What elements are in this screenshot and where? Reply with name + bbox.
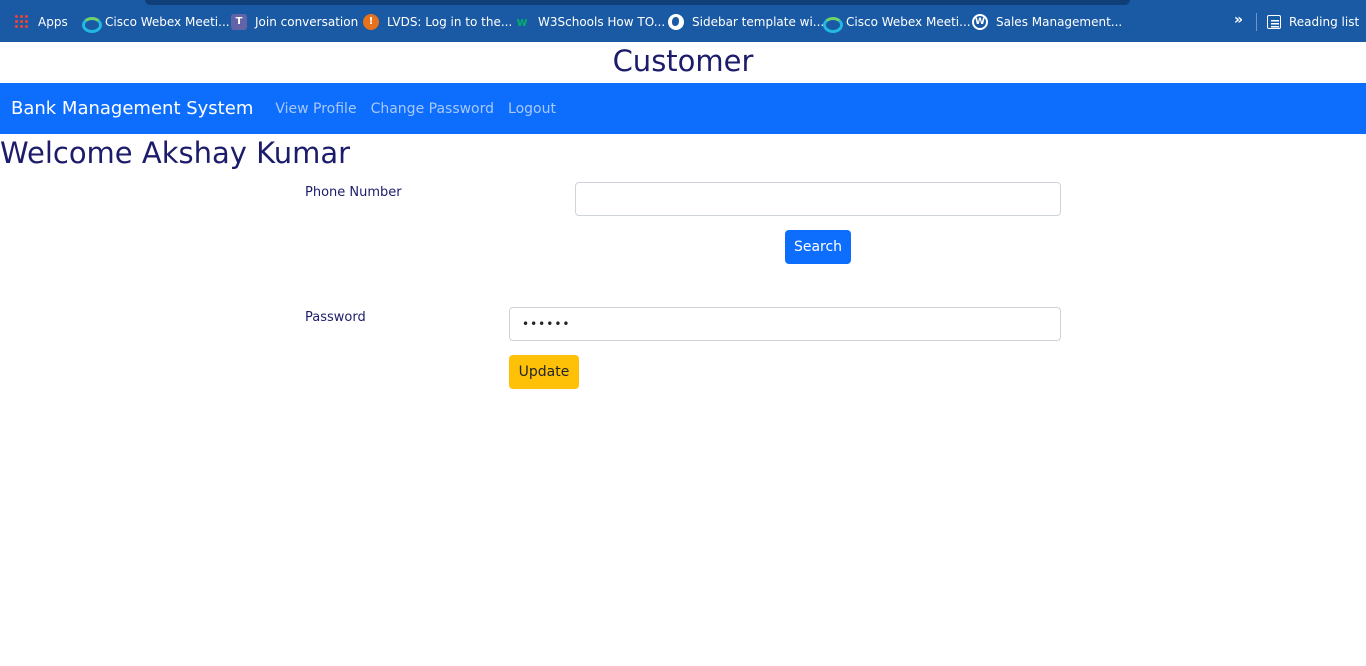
- tab-strip-edge: [145, 0, 1130, 5]
- teams-icon: T: [231, 14, 247, 30]
- bookmark-webex-2[interactable]: Cisco Webex Meeti...: [822, 12, 971, 33]
- bookmark-label: W3Schools How TO...: [538, 15, 666, 29]
- welcome-heading: Welcome Akshay Kumar: [0, 136, 351, 170]
- bookmark-w3schools[interactable]: w W3Schools How TO...: [514, 12, 665, 32]
- bookmark-label: LVDS: Log in to the...: [387, 15, 513, 29]
- bookmark-apps[interactable]: Apps: [14, 12, 68, 32]
- bookmark-webex-1[interactable]: Cisco Webex Meeti...: [81, 12, 230, 33]
- nav-link-change-password[interactable]: Change Password: [371, 101, 494, 117]
- bookmark-label: Sales Management...: [996, 15, 1123, 29]
- reading-list-label: Reading list: [1289, 15, 1360, 29]
- phone-number-input[interactable]: [575, 182, 1061, 216]
- bookmark-join-conversation[interactable]: T Join conversation: [231, 12, 358, 32]
- bookmark-sidebar-template[interactable]: Sidebar template wi...: [668, 12, 824, 32]
- update-button[interactable]: Update: [509, 355, 579, 389]
- webex-icon: [81, 14, 102, 33]
- bookmark-label: Join conversation: [255, 15, 359, 29]
- search-button[interactable]: Search: [785, 230, 851, 264]
- reading-list-button[interactable]: Reading list: [1267, 12, 1359, 32]
- wordpress-icon: W: [972, 14, 988, 30]
- password-label: Password: [305, 310, 366, 325]
- bookmark-label: Sidebar template wi...: [692, 15, 825, 29]
- nav-link-view-profile[interactable]: View Profile: [275, 101, 356, 117]
- globe-icon: [668, 14, 684, 30]
- bookmark-label: Cisco Webex Meeti...: [846, 15, 971, 29]
- bookmarks-divider: [1256, 13, 1257, 31]
- bookmark-label: Apps: [38, 15, 68, 29]
- bookmarks-bar: Apps Cisco Webex Meeti... T Join convers…: [0, 0, 1366, 42]
- webex-icon: [822, 14, 843, 33]
- password-input[interactable]: ••••••: [509, 307, 1061, 341]
- nav-link-logout[interactable]: Logout: [508, 101, 556, 117]
- page-title: Customer: [612, 44, 754, 78]
- w3schools-icon: w: [516, 15, 528, 29]
- apps-grid-icon: [14, 14, 30, 30]
- navbar-brand[interactable]: Bank Management System: [11, 98, 253, 119]
- bookmarks-overflow-icon[interactable]: »: [1234, 12, 1243, 28]
- reading-list-icon: [1267, 15, 1281, 29]
- navbar: Bank Management System View Profile Chan…: [0, 83, 1366, 134]
- bookmark-label: Cisco Webex Meeti...: [105, 15, 230, 29]
- bookmark-sales-management[interactable]: W Sales Management...: [972, 12, 1122, 32]
- bookmark-lvds[interactable]: ! LVDS: Log in to the...: [363, 12, 512, 32]
- lvds-icon: !: [363, 14, 379, 30]
- phone-number-label: Phone Number: [305, 185, 402, 200]
